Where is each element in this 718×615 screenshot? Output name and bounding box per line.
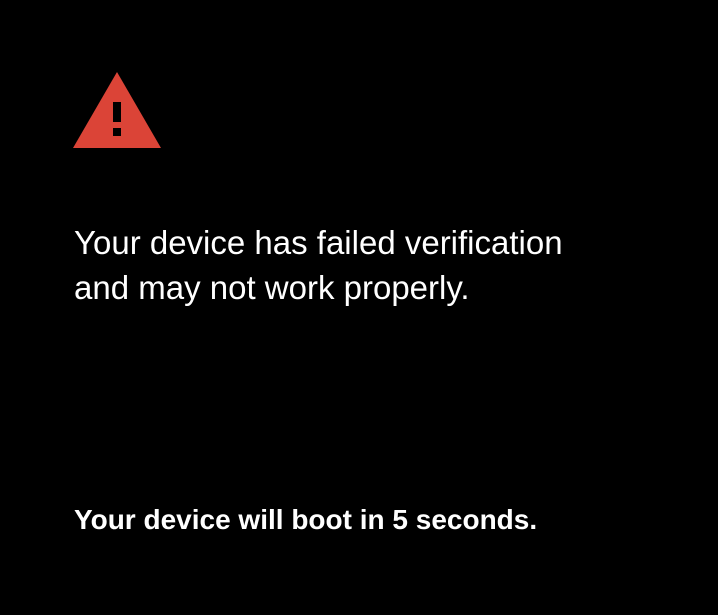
message-line-2: and may not work properly. <box>74 269 470 306</box>
message-line-1: Your device has failed verification <box>74 224 563 261</box>
warning-triangle-icon <box>73 72 161 148</box>
verification-failed-message: Your device has failed verification and … <box>74 220 694 310</box>
verification-warning-screen: Your device has failed verification and … <box>0 0 718 615</box>
boot-countdown-text: Your device will boot in 5 seconds. <box>74 504 538 535</box>
